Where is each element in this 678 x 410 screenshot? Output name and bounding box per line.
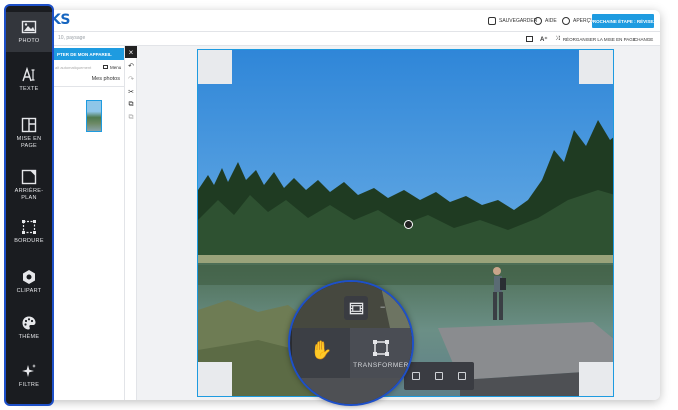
change-label: CHANGE xyxy=(634,36,654,42)
clipart-icon xyxy=(23,270,35,285)
redo-button[interactable]: ↷ xyxy=(127,75,135,83)
filmstrip-icon xyxy=(349,302,363,314)
crop-icon[interactable] xyxy=(411,372,420,380)
palette-icon xyxy=(22,316,36,330)
tools-column: × ↶ ↷ ✂ ⧉ ⧉ xyxy=(124,46,137,400)
sidebar-item-theme[interactable]: THÈME xyxy=(6,308,52,348)
save-label: SAUVEGARDER xyxy=(499,18,538,24)
reorganize-label: RÉORGANISER LA MISE EN PAGE xyxy=(562,36,636,42)
hand-icon[interactable]: ✋ xyxy=(310,340,332,361)
paste-icon: ⧉ xyxy=(128,114,134,121)
photo-panel: PTER DE MON APPAREIL alt automatiquement… xyxy=(53,46,124,400)
import-from-device-button[interactable]: PTER DE MON APPAREIL xyxy=(53,48,124,60)
eye-icon xyxy=(562,17,570,25)
sparkle-icon xyxy=(22,364,36,378)
sidebar-label-text: TEXTE xyxy=(19,86,39,93)
fullscreen-icon[interactable] xyxy=(434,372,443,380)
tool-sidebar: PHOTO TEXTE MISE EN PAGE ARRIÈRE- PLAN B… xyxy=(4,4,54,406)
help-label: AIDE xyxy=(545,18,557,24)
text-size-icon: A⁺ xyxy=(540,36,548,43)
page-corner-bottom-left xyxy=(198,362,232,396)
page-corner-top-right xyxy=(579,50,613,84)
project-name-field[interactable]: 10, paysage xyxy=(58,35,85,41)
sidebar-label-border: BORDURE xyxy=(14,238,44,245)
sidebar-label-layout: MISE EN PAGE xyxy=(16,136,42,149)
menu-label: Menu xyxy=(110,64,122,70)
change-button[interactable]: CHANGE xyxy=(634,34,653,44)
panel-divider xyxy=(53,86,124,87)
photo-drag-handle[interactable] xyxy=(404,220,413,229)
close-icon: × xyxy=(128,47,134,57)
transform-label: TRANSFORMER xyxy=(353,361,409,369)
text-size-button[interactable]: A⁺ xyxy=(540,34,548,44)
help-icon xyxy=(534,17,542,25)
my-photos-label[interactable]: Mes photos xyxy=(92,76,120,82)
screenshot-stage: KS SAUVEGARDER AIDE APERÇU PROCHAINE ÉTA… xyxy=(0,0,678,410)
sidebar-label-background: ARRIÈRE- PLAN xyxy=(14,188,44,201)
filmstrip-button[interactable] xyxy=(344,296,368,320)
transform-button[interactable]: TRANSFORMER xyxy=(350,328,412,378)
panel-search-input[interactable]: alt automatiquement xyxy=(55,62,100,72)
sidebar-item-filter[interactable]: FILTRE xyxy=(6,356,52,396)
sidebar-item-clipart[interactable]: CLIPART xyxy=(6,262,52,302)
next-step-button[interactable]: PROCHAINE ÉTAPE : RÉVISEZ xyxy=(590,14,656,28)
save-button[interactable]: SAUVEGARDER xyxy=(488,15,537,27)
layout-icon xyxy=(21,117,37,133)
image-icon xyxy=(526,36,533,42)
sidebar-label-theme: THÈME xyxy=(18,334,40,341)
transform-icon xyxy=(373,339,389,356)
background-icon xyxy=(21,169,37,185)
sidebar-item-text[interactable]: TEXTE xyxy=(6,60,52,100)
panel-menu-button[interactable]: Menu xyxy=(103,62,121,72)
border-icon xyxy=(22,220,36,235)
minus-icon[interactable]: − xyxy=(380,302,385,312)
zoom-callout: − ✋ TRANSFORMER xyxy=(288,280,414,406)
photo-icon xyxy=(21,21,37,34)
sidebar-item-layout[interactable]: MISE EN PAGE xyxy=(6,110,52,156)
folder-icon xyxy=(103,65,108,69)
reorganize-layout-button[interactable]: ⤨ RÉORGANISER LA MISE EN PAGE xyxy=(555,34,636,44)
shuffle-icon: ⤨ xyxy=(555,35,560,42)
close-panel-button[interactable]: × xyxy=(125,46,137,58)
help-button[interactable]: AIDE xyxy=(534,15,557,27)
sidebar-label-photo: PHOTO xyxy=(18,38,40,45)
top-bar: KS SAUVEGARDER AIDE APERÇU PROCHAINE ÉTA… xyxy=(20,10,660,32)
delete-icon[interactable] xyxy=(458,372,467,380)
cut-button[interactable]: ✂ xyxy=(127,88,135,96)
save-icon xyxy=(488,17,496,25)
photo-context-toolbar xyxy=(404,362,474,390)
sidebar-label-clipart: CLIPART xyxy=(16,288,42,295)
photo-thumbnail[interactable] xyxy=(86,100,102,132)
text-icon xyxy=(22,67,35,82)
undo-icon: ↶ xyxy=(128,63,134,70)
sidebar-item-border[interactable]: BORDURE xyxy=(6,212,52,252)
image-tool-button[interactable] xyxy=(526,34,533,44)
sidebar-item-photo[interactable]: PHOTO xyxy=(6,12,52,52)
redo-icon: ↷ xyxy=(128,76,134,83)
paste-button[interactable]: ⧉ xyxy=(127,114,135,122)
undo-button[interactable]: ↶ xyxy=(127,62,135,70)
copy-button[interactable]: ⧉ xyxy=(127,101,135,109)
sidebar-label-filter: FILTRE xyxy=(18,382,40,389)
page-corner-bottom-right xyxy=(579,362,613,396)
copy-icon: ⧉ xyxy=(128,101,134,108)
scissors-icon: ✂ xyxy=(128,89,134,96)
page-corner-top-left xyxy=(198,50,232,84)
sidebar-item-background[interactable]: ARRIÈRE- PLAN xyxy=(6,162,52,208)
sub-toolbar: 10, paysage A⁺ ⤨ RÉORGANISER LA MISE EN … xyxy=(20,32,660,46)
